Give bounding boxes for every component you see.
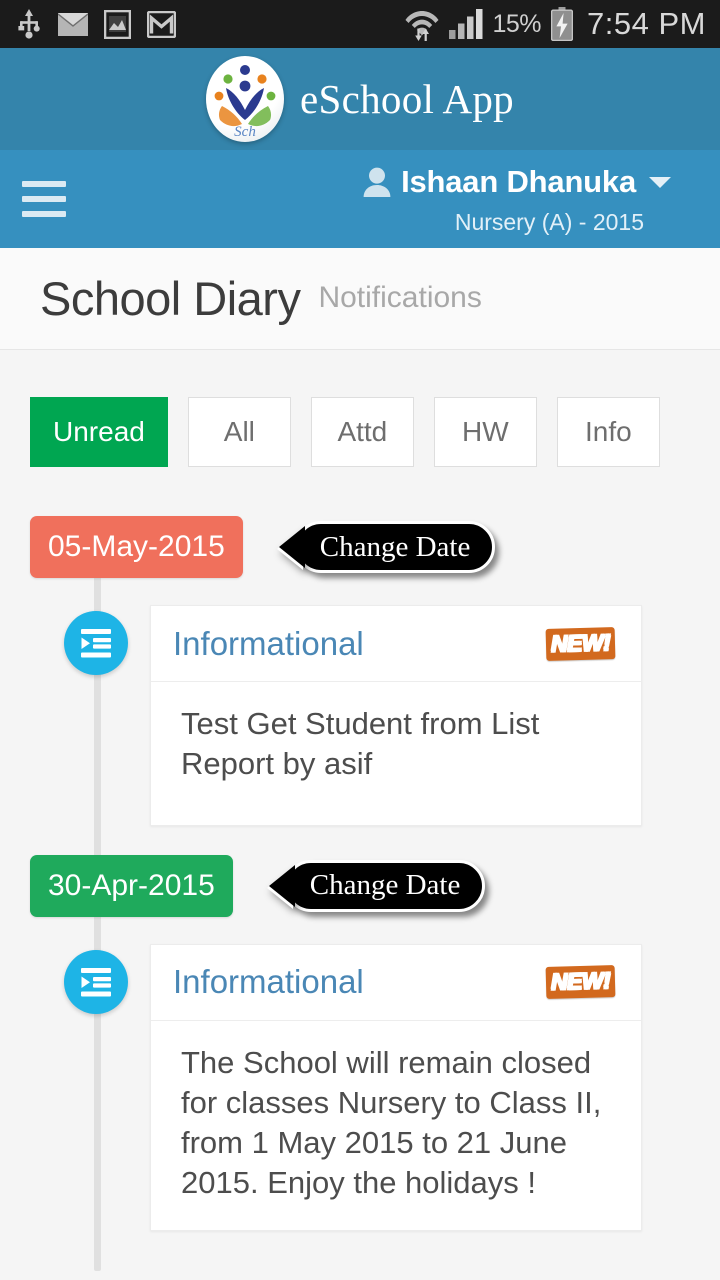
eschool-logo-icon: Sch [206,56,284,142]
date-badge[interactable]: 05-May-2015 [30,516,243,578]
status-bar-left-icons [16,9,176,39]
gallery-icon [104,9,131,39]
tab-info[interactable]: Info [556,397,660,467]
new-badge: NEW! [545,626,616,661]
timeline-date-row: 30-Apr-2015 Change Date [0,850,720,922]
diary-card-text: The School will remain closed for classe… [181,1044,602,1201]
tab-attd[interactable]: Attd [310,397,414,467]
page-title: School Diary [40,272,301,325]
new-badge: NEW! [545,965,616,999]
diary-entry: Informational NEW! The School will remai… [0,943,720,1231]
tab-unread[interactable]: Unread [30,397,168,467]
user-nav-bar: Ishaan Dhanuka Nursery (A) - 2015 [0,150,720,248]
change-date-arrow-icon [278,526,305,568]
tab-hw[interactable]: HW [433,397,537,467]
user-class-label: Nursery (A) - 2015 [454,209,644,235]
diary-timeline: 05-May-2015 Change Date Informational NE… [0,511,720,1271]
diary-card[interactable]: Informational NEW! Test Get Student from… [150,605,642,826]
app-screen: 15% 7:54 PM Sch eSchool App Ishaan Dhanu… [0,0,720,1280]
change-date-button[interactable]: Change Date [278,521,496,573]
user-menu[interactable]: Ishaan Dhanuka Nursery (A) - 2015 [363,164,672,236]
user-name-label: Ishaan Dhanuka [401,164,636,199]
cellular-signal-icon [448,9,482,39]
battery-percent-label: 15% [492,9,542,38]
chevron-down-icon[interactable] [648,174,672,190]
diary-entry: Informational NEW! Test Get Student from… [0,605,720,826]
timeline-date-row: 05-May-2015 Change Date [0,511,720,583]
clock-label: 7:54 PM [587,6,706,41]
usb-icon [18,9,40,39]
hamburger-menu-icon[interactable] [22,181,66,217]
gmail-icon [147,10,176,38]
page-subtitle: Notifications [318,280,482,314]
battery-charging-icon [551,7,574,41]
change-date-label: Change Date [284,859,486,912]
status-bar-right-icons: 15% 7:54 PM [405,6,707,42]
filter-tabs: Unread All Attd HW Info [0,350,720,467]
diary-card-type: Informational [173,624,364,662]
diary-card-text: Test Get Student from List Report by asi… [181,706,540,782]
svg-text:Sch: Sch [234,124,256,140]
change-date-label: Change Date [294,521,496,573]
tab-all[interactable]: All [187,397,291,467]
wifi-transfer-icon [405,11,438,41]
change-date-button[interactable]: Change Date [268,859,486,912]
indent-list-icon[interactable] [64,611,128,675]
indent-list-icon[interactable] [64,949,128,1014]
android-status-bar: 15% 7:54 PM [0,0,720,48]
app-brand-bar: Sch eSchool App [0,48,720,150]
date-badge[interactable]: 30-Apr-2015 [30,854,233,917]
diary-card[interactable]: Informational NEW! The School will remai… [150,943,642,1231]
change-date-arrow-icon [268,864,295,907]
diary-card-header: Informational NEW! [151,945,641,1021]
app-title: eSchool App [300,76,514,122]
email-icon [58,12,88,36]
page-header: School Diary Notifications [0,248,720,350]
user-avatar-icon [363,167,391,197]
diary-card-type: Informational [173,963,364,1001]
diary-card-header: Informational NEW! [151,606,641,682]
